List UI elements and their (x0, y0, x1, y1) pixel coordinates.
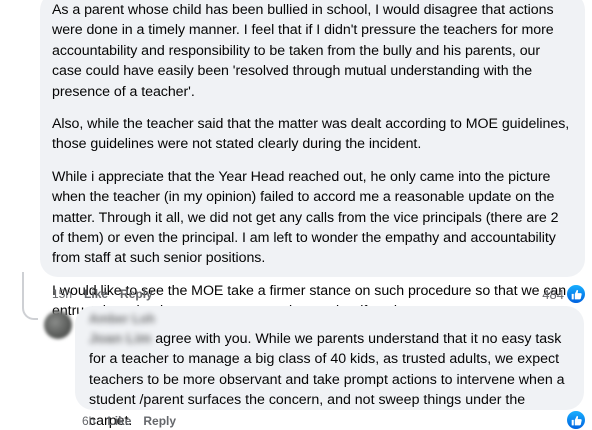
reply-button[interactable]: Reply (120, 287, 153, 301)
comment-paragraph-1: As a parent whose child has been bullied… (52, 2, 554, 100)
comment-thread: As a parent whose child has been bullied… (0, 0, 592, 430)
reply-comment-bubble: Amber Loh Joan Lim agree with you. While… (75, 306, 584, 429)
reaction-summary[interactable]: 484 (542, 284, 586, 304)
reply-like-button[interactable]: Like (107, 414, 131, 428)
reply-reaction-summary[interactable] (566, 410, 586, 430)
like-thumbs-up-icon (566, 410, 586, 430)
reply-timestamp[interactable]: 6h (82, 414, 95, 428)
comment-bubble: As a parent whose child has been bullied… (40, 0, 585, 319)
like-button[interactable]: Like (84, 287, 108, 301)
thread-connector-line (22, 272, 38, 320)
reply-actions: 6h Like Reply (82, 414, 176, 428)
reaction-count: 484 (542, 286, 564, 302)
like-thumbs-up-icon (566, 284, 586, 304)
reply-reply-button[interactable]: Reply (143, 414, 176, 428)
avatar[interactable] (44, 311, 72, 339)
comment-timestamp[interactable]: 15h (52, 287, 72, 301)
mention-tag[interactable]: Joan Lim (89, 329, 151, 349)
comment-actions: 15h Like Reply (52, 287, 153, 301)
comment-paragraph-3: While i appreciate that the Year Head re… (52, 168, 559, 267)
comment-paragraph-2: Also, while the teacher said that the ma… (52, 116, 570, 153)
reply-author-name[interactable]: Amber Loh (89, 312, 572, 326)
